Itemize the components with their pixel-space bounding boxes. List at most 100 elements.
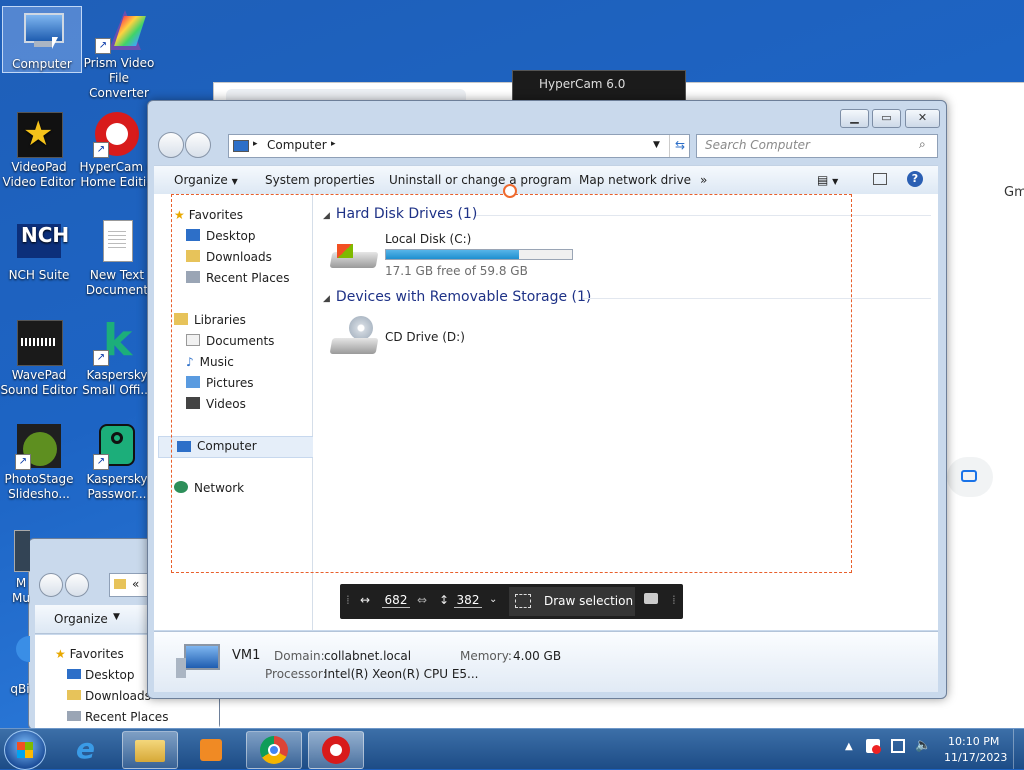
show-desktop-button[interactable] — [1013, 729, 1024, 769]
maximize-button[interactable]: ▭ — [872, 109, 901, 128]
camera-search-icon[interactable] — [947, 457, 993, 497]
hypercam-window-title[interactable]: HyperCam 6.0 — [512, 70, 686, 102]
computer-name: VM1 — [232, 648, 261, 663]
address-dropdown-icon[interactable]: ▼ — [653, 140, 660, 150]
desktop-icon-computer[interactable]: Computer — [2, 6, 82, 73]
taskbar-hypercam[interactable] — [308, 731, 364, 769]
draw-selection-label: Draw selection — [544, 594, 634, 608]
search-placeholder: Search Computer — [705, 138, 810, 152]
desktop-icon-prism[interactable]: ↗ Prism Video File Converter — [80, 6, 158, 101]
forward-button-small[interactable] — [65, 573, 89, 597]
drag-handle-icon[interactable]: ⁞ — [672, 593, 676, 607]
nch-icon: NCH — [15, 218, 69, 266]
height-input[interactable]: 382 — [454, 593, 482, 608]
clock-date[interactable]: 11/17/2023 — [944, 751, 1007, 764]
action-center-icon[interactable] — [866, 739, 881, 754]
organize-button[interactable]: Organize ▼ — [174, 173, 238, 187]
search-icon[interactable]: ⌕ — [919, 137, 926, 152]
computer-icon — [18, 7, 66, 55]
chevron-down-icon: ▼ — [113, 612, 120, 622]
photostage-icon: ↗ — [15, 422, 63, 470]
taskbar-chrome[interactable] — [246, 731, 302, 769]
desktop-icon-partial-app[interactable]: M Mu — [0, 528, 30, 606]
desktop-icon-nch[interactable]: NCH NCH Suite — [0, 218, 78, 283]
memory-value: 4.00 GB — [513, 649, 562, 663]
prism-icon: ↗ — [95, 6, 146, 54]
qbittorrent-icon — [0, 634, 30, 682]
processor-label: Processor: — [265, 667, 327, 681]
desktop-icon-text-document[interactable]: New Text Document — [78, 218, 156, 298]
desktop-icon-qbittorrent[interactable]: qBi — [0, 634, 30, 697]
small-organize-button[interactable]: Organize — [54, 612, 108, 626]
breadcrumb-computer[interactable]: Computer — [267, 138, 327, 152]
volume-muted-icon[interactable]: 🔈 — [915, 738, 931, 753]
help-icon[interactable]: ? — [907, 171, 923, 187]
width-input[interactable]: 682 — [382, 593, 410, 608]
star-icon: ★ — [55, 647, 66, 661]
downloads-icon — [67, 690, 81, 700]
desktop-icon-hypercam[interactable]: ↗ HyperCam 6 Home Editio — [78, 110, 156, 190]
breadcrumb-arrow-icon: ▸ — [331, 139, 336, 149]
back-button-small[interactable] — [39, 573, 63, 597]
shortcut-arrow-icon: ↗ — [95, 38, 111, 54]
lock-ratio-icon[interactable]: ⇔ — [417, 593, 427, 607]
desktop-icon-photostage[interactable]: ↗ PhotoStage Slidesho... — [0, 422, 78, 502]
mouse-cursor-icon — [52, 37, 58, 49]
address-bar[interactable]: ▸ Computer ▸ ▼ ⇆ — [228, 134, 690, 158]
start-button[interactable] — [4, 730, 46, 770]
camera-icon — [961, 470, 977, 482]
view-options-icon[interactable]: ▤ ▼ — [817, 173, 838, 187]
search-input[interactable]: Search Computer ⌕ — [696, 134, 938, 158]
small-fav-downloads[interactable]: Downloads — [67, 689, 151, 703]
minimize-button[interactable]: ▁ — [840, 109, 869, 128]
text-document-icon — [93, 218, 141, 266]
details-pane: VM1 Domain: collabnet.local Memory: 4.00… — [154, 631, 938, 692]
small-fav-desktop[interactable]: Desktop — [67, 668, 135, 682]
desktop-icon — [67, 669, 81, 679]
processor-value: Intel(R) Xeon(R) CPU E5... — [324, 667, 479, 681]
computer-large-icon — [176, 644, 220, 678]
close-button[interactable]: ✕ — [905, 109, 940, 128]
selection-resize-handle[interactable] — [503, 184, 517, 198]
small-fav-favorites[interactable]: ★ Favorites — [55, 647, 124, 661]
uninstall-program-button[interactable]: Uninstall or change a program — [389, 173, 572, 187]
taskbar-ie[interactable]: e — [62, 731, 116, 767]
forward-button[interactable] — [185, 132, 211, 158]
drag-handle-icon[interactable]: ⁞ — [346, 593, 350, 607]
domain-value: collabnet.local — [324, 649, 412, 663]
draw-selection-button[interactable]: Draw selection — [509, 587, 635, 616]
desktop-icon-wavepad[interactable]: WavePad Sound Editor — [0, 318, 78, 398]
preview-pane-icon[interactable] — [873, 173, 887, 185]
memory-label: Memory: — [460, 649, 512, 663]
camera-icon[interactable] — [644, 593, 658, 604]
selection-icon — [515, 594, 531, 608]
shortcut-arrow-icon: ↗ — [15, 454, 31, 470]
partial-app-icon — [0, 528, 30, 576]
shortcut-arrow-icon: ↗ — [93, 454, 109, 470]
hypercam-title-text: HyperCam 6.0 — [539, 77, 626, 91]
refresh-icon[interactable]: ⇆ — [669, 135, 690, 157]
desktop-icon-videopad[interactable]: ★ VideoPad Video Editor — [0, 110, 78, 190]
desktop-icon-kaspersky[interactable]: k ↗ Kaspersky Small Offi... — [78, 318, 156, 398]
small-fav-recent[interactable]: Recent Places — [67, 710, 168, 724]
width-arrow-icon: ↔ — [360, 593, 371, 607]
desktop-icon-kaspersky-password[interactable]: ↗ Kaspersky Passwor... — [78, 422, 156, 502]
size-dropdown-icon[interactable]: ⌄ — [489, 594, 497, 605]
height-arrow-icon: ↕ — [439, 593, 450, 607]
capture-selection-rectangle[interactable] — [171, 194, 852, 573]
system-properties-button[interactable]: System properties — [265, 173, 375, 187]
back-button[interactable] — [158, 132, 184, 158]
clock-time[interactable]: 10:10 PM — [948, 735, 999, 748]
more-commands-button[interactable]: » — [700, 173, 707, 187]
chevron-down-icon: ▼ — [231, 177, 238, 186]
taskbar-media-player[interactable] — [184, 731, 238, 767]
windows-logo-icon — [17, 742, 33, 758]
network-status-icon[interactable] — [891, 739, 905, 753]
folder-icon — [135, 740, 165, 762]
show-hidden-icons[interactable]: ▲ — [845, 741, 853, 752]
media-player-icon — [200, 739, 222, 761]
taskbar-explorer[interactable] — [122, 731, 178, 769]
internet-explorer-icon: e — [76, 732, 95, 765]
kaspersky-password-icon: ↗ — [93, 422, 141, 470]
map-network-drive-button[interactable]: Map network drive — [579, 173, 691, 187]
